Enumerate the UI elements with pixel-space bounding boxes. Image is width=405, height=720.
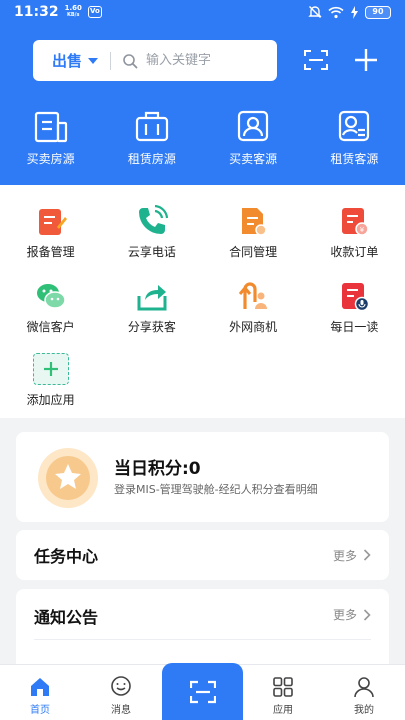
notice-card[interactable]: 通知公告 更多 (16, 589, 389, 664)
add-icon (32, 353, 69, 385)
payment-order-icon: ¥ (338, 205, 370, 237)
app-report-management[interactable]: 报备管理 (0, 205, 101, 260)
nav-apps[interactable]: 应用 (253, 675, 313, 716)
search-box: 出售 (33, 40, 277, 81)
svg-text:¥: ¥ (360, 226, 365, 234)
nav-label: 应用 (273, 705, 293, 716)
grid-icon (271, 675, 295, 699)
nav-label: 我的 (354, 705, 374, 716)
app-grid: 报备管理 云享电话 合同管理 ¥ 收款订单 微信客户 分享获客 外网商机 每日一… (0, 185, 405, 418)
add-button[interactable] (353, 47, 379, 73)
daily-points-card[interactable]: 当日积分:0 登录MIS-管理驾驶舱-经纪人积分查看明细 (16, 432, 389, 522)
app-share-acquire[interactable]: 分享获客 (101, 280, 202, 335)
report-icon (35, 205, 67, 237)
quick-tenant-clients[interactable]: 租赁客源 (304, 108, 405, 167)
search-icon (122, 53, 138, 69)
quick-rental-listings[interactable]: 租赁房源 (101, 108, 202, 167)
scan-fab-button[interactable] (162, 663, 243, 720)
opportunity-icon (237, 280, 269, 312)
scan-icon (304, 50, 328, 70)
notice-title: 通知公告 (34, 608, 99, 627)
quick-label: 租赁客源 (330, 152, 379, 166)
app-add-application[interactable]: 添加应用 (0, 353, 101, 408)
share-icon (136, 280, 168, 312)
listing-type-dropdown[interactable]: 出售 (33, 40, 110, 81)
tenant-client-icon (336, 108, 372, 144)
listing-type-label: 出售 (52, 52, 83, 70)
points-subtitle: 登录MIS-管理驾驶舱-经纪人积分查看明细 (114, 483, 318, 496)
nav-mine[interactable]: 我的 (334, 675, 394, 716)
sale-listing-icon (33, 108, 69, 144)
nav-home[interactable]: 首页 (10, 675, 70, 716)
task-center-more-link[interactable]: 更多 (333, 547, 371, 564)
chevron-right-icon (363, 549, 371, 561)
points-title: 当日积分:0 (114, 459, 201, 479)
star-medal-icon (38, 448, 98, 508)
chevron-right-icon (363, 608, 371, 621)
app-cloud-phone[interactable]: 云享电话 (101, 205, 202, 260)
notice-divider (34, 639, 371, 640)
rental-listing-icon (134, 108, 170, 144)
status-time: 11:32 (14, 4, 59, 20)
search-input[interactable] (146, 53, 267, 68)
more-label: 更多 (332, 608, 357, 622)
quick-sale-listings[interactable]: 买卖房源 (0, 108, 101, 167)
status-bar: 11:32 1.60 KB/s Vo 90 (0, 0, 405, 26)
charging-icon (351, 5, 358, 19)
volte-badge: Vo (87, 6, 102, 18)
mute-bell-icon (308, 6, 322, 18)
quick-label: 买卖房源 (26, 152, 75, 166)
buyer-client-icon (235, 108, 271, 144)
notice-more-link[interactable]: 更多 (333, 606, 371, 623)
task-center-card[interactable]: 任务中心 更多 (16, 530, 389, 580)
scan-button[interactable] (303, 47, 329, 73)
home-icon (28, 675, 52, 699)
app-label: 合同管理 (229, 245, 278, 259)
app-label: 外网商机 (229, 320, 278, 334)
app-payment-orders[interactable]: ¥ 收款订单 (304, 205, 405, 260)
app-label: 收款订单 (330, 245, 379, 259)
contract-icon (237, 205, 269, 237)
quick-label: 买卖客源 (229, 152, 278, 166)
quick-actions: 买卖房源 租赁房源 买卖客源 租赁客源 (0, 108, 405, 167)
app-contract-management[interactable]: 合同管理 (203, 205, 304, 260)
plus-icon (355, 49, 377, 71)
search-divider (110, 51, 112, 70)
nav-label: 消息 (111, 705, 131, 716)
app-daily-read[interactable]: 每日一读 (304, 280, 405, 335)
message-icon (109, 675, 133, 699)
more-label: 更多 (332, 548, 357, 563)
wechat-icon (35, 280, 67, 312)
battery-indicator: 90 (365, 5, 391, 19)
nav-messages[interactable]: 消息 (91, 675, 151, 716)
app-label: 添加应用 (26, 393, 75, 407)
app-label: 微信客户 (26, 320, 75, 334)
top-header: 11:32 1.60 KB/s Vo 90 出售 输入关键字 买卖房源 租赁房源… (0, 0, 405, 185)
app-label: 每日一读 (330, 320, 379, 334)
daily-read-icon (338, 280, 370, 312)
caret-down-icon (88, 57, 99, 64)
app-wechat-clients[interactable]: 微信客户 (0, 280, 101, 335)
app-label: 云享电话 (127, 245, 176, 259)
app-label: 报备管理 (26, 245, 75, 259)
quick-buyer-clients[interactable]: 买卖客源 (203, 108, 304, 167)
app-label: 分享获客 (127, 320, 176, 334)
app-web-opportunities[interactable]: 外网商机 (203, 280, 304, 335)
quick-label: 租赁房源 (127, 152, 176, 166)
nav-label: 首页 (30, 705, 50, 716)
scan-icon (189, 680, 216, 703)
network-speed: 1.60 KB/s (64, 4, 82, 19)
wifi-icon (328, 6, 344, 18)
user-icon (352, 675, 376, 699)
phone-icon (136, 205, 168, 237)
task-center-title: 任务中心 (34, 547, 99, 566)
